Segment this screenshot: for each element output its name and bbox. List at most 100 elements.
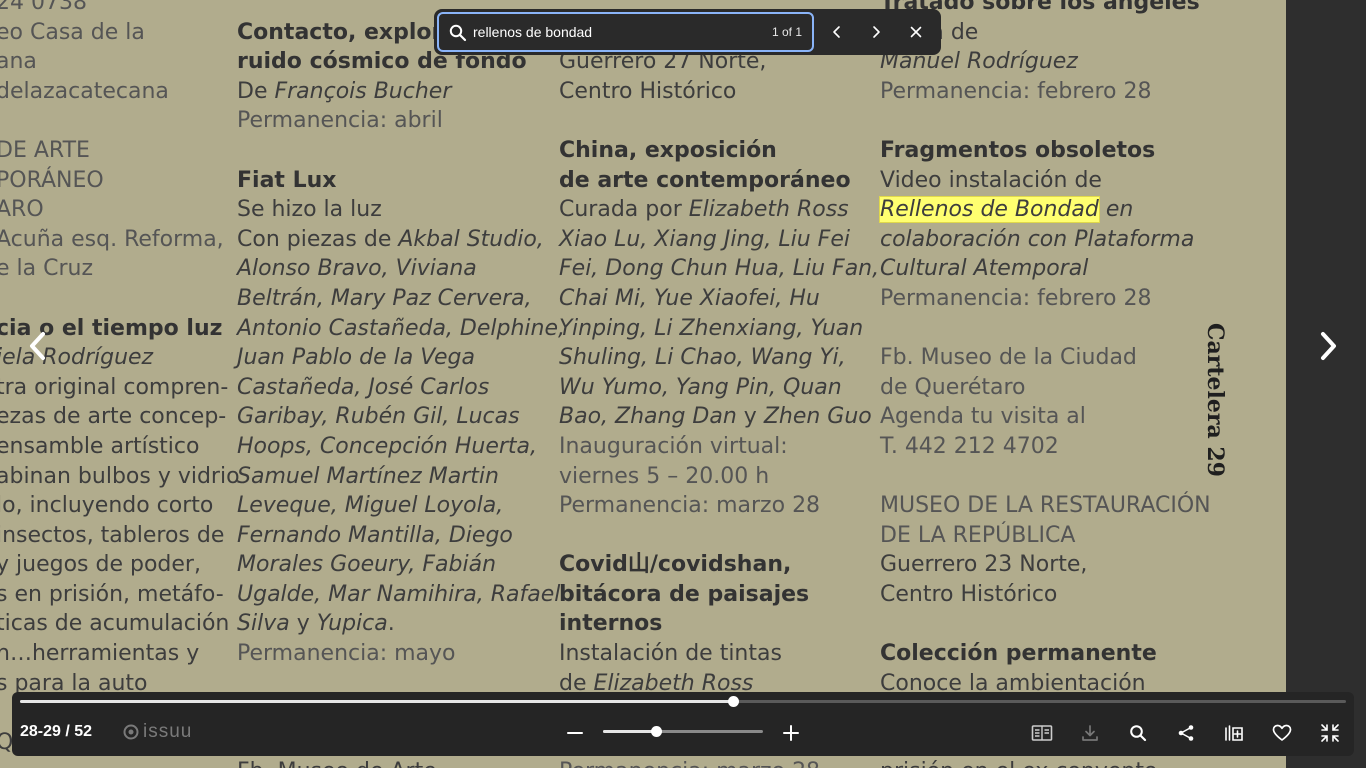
search-button[interactable] — [1125, 720, 1151, 746]
chevron-right-icon — [873, 26, 880, 38]
text-line — [880, 106, 1211, 136]
find-input[interactable] — [473, 22, 753, 42]
text-line: Antonio Castañeda, Delphine, — [237, 315, 565, 341]
chevron-left-icon — [30, 332, 45, 360]
text-line: insectos, tableros de — [0, 522, 225, 548]
text-line: delazacatecana — [0, 78, 169, 104]
text-line: China, exposición — [559, 137, 777, 163]
text-line: Samuel Martínez Martin — [237, 463, 499, 489]
zoom-out-icon — [567, 732, 583, 734]
text-line: Instalación de tintas — [559, 641, 782, 667]
text-line: Permanencia: febrero 28 — [880, 78, 1152, 104]
like-button[interactable] — [1269, 720, 1295, 746]
find-close-button[interactable] — [900, 16, 932, 48]
text-line: Colección permanente — [880, 641, 1157, 667]
text-run: . — [387, 611, 395, 637]
text-line: Castañeda, José Carlos — [237, 374, 490, 400]
text-line: Fei, Dong Chun Hua, Liu Fan, — [559, 256, 880, 282]
text-line: Rellenos de Bondad en — [879, 195, 1211, 225]
artist-name: Zhen Guo — [763, 404, 872, 430]
text-line: Curada por Elizabeth Ross — [559, 195, 879, 225]
previous-page-button[interactable] — [18, 326, 58, 366]
text-run: y — [736, 404, 764, 430]
zoom-slider[interactable] — [603, 726, 763, 737]
next-page-button[interactable] — [1308, 326, 1348, 366]
text-line: De François Bucher — [237, 77, 565, 107]
zoom-in-button[interactable] — [778, 720, 804, 746]
text-line: Centro Histórico — [880, 581, 1058, 607]
text-line: Garibay, Rubén Gil, Lucas — [237, 404, 520, 430]
column-2: Contacto, explora ruido cósmico de fondo D… — [237, 0, 565, 768]
text-line: y juegos de poder, — [0, 552, 201, 578]
zoom-slider-handle[interactable] — [650, 726, 662, 737]
exit-fullscreen-icon — [1321, 724, 1339, 742]
vertical-page-label: Cartelera 29 — [1202, 323, 1228, 477]
find-next-button[interactable] — [860, 16, 892, 48]
chevron-left-icon — [833, 26, 840, 38]
text-line: Inauguración virtual: — [559, 433, 788, 459]
text-run: De — [237, 78, 275, 104]
text-line: Fb. Museo de Arte — [237, 757, 565, 768]
issuu-logo[interactable]: issuu — [123, 721, 192, 742]
text-line: Wu Yumo, Yang Pin, Quan — [559, 374, 842, 400]
text-line: MUSEO DE LA RESTAURACIÓN — [880, 493, 1211, 519]
text-line: ana — [0, 49, 37, 75]
find-previous-button[interactable] — [821, 16, 853, 48]
share-icon — [1178, 725, 1194, 741]
text-run: y — [289, 611, 317, 637]
text-line: Con piezas de Akbal Studio, — [237, 225, 565, 255]
text-line: Xiao Lu, Xiang Jing, Liu Fei — [559, 226, 850, 252]
download-button[interactable] — [1077, 720, 1103, 746]
page-scrubber[interactable] — [20, 696, 1346, 707]
search-icon — [449, 24, 467, 42]
text-line: de Querétaro — [880, 374, 1026, 400]
artist-name: François Bucher — [274, 78, 452, 104]
add-to-stack-button[interactable] — [1221, 720, 1247, 746]
text-line: s en prisión, metáfo- — [0, 581, 224, 607]
zoom-out-button[interactable] — [562, 720, 588, 746]
text-line: abinan bulbos y vidrio — [0, 463, 240, 489]
scrubber-handle[interactable] — [728, 696, 740, 707]
text-line: prisión en el ex convento — [880, 757, 1211, 768]
text-line: bitácora de paisajes — [559, 581, 810, 607]
text-line: Alonso Bravo, Viviana — [237, 256, 477, 282]
artist-name: Akbal Studio, — [398, 226, 544, 252]
zoom-in-icon — [783, 725, 799, 741]
text-line: eo Casa de la — [0, 19, 145, 45]
find-field[interactable]: 1 of 1 — [437, 12, 814, 52]
text-line: DE LA REPÚBLICA — [880, 522, 1076, 548]
exit-fullscreen-button[interactable] — [1317, 720, 1343, 746]
text-line — [559, 106, 879, 136]
download-icon — [1082, 725, 1098, 741]
text-line: Fernando Mantilla, Diego — [237, 522, 513, 548]
text-line: tra original compren- — [0, 374, 229, 400]
text-line: Yinping, Li Zhenxiang, Yuan — [559, 315, 864, 341]
share-button[interactable] — [1173, 720, 1199, 746]
section-label: Cartelera 29 — [1190, 323, 1240, 480]
text-line — [880, 609, 1211, 639]
page-counter: 28-29 / 52 — [20, 723, 93, 740]
text-line: Video instalación de — [880, 167, 1102, 193]
find-bar: 1 of 1 — [434, 9, 941, 55]
text-line — [880, 314, 1211, 344]
artist-name: Silva — [237, 611, 290, 637]
reader-mode-button[interactable] — [1029, 720, 1055, 746]
chevron-right-icon — [1321, 332, 1336, 360]
text-line: de arte contemporáneo — [559, 167, 851, 193]
text-line: Hoops, Concepción Huerta, — [237, 433, 538, 459]
text-line: Acuña esq. Reforma, — [0, 226, 224, 252]
text-line: ezas de arte concep- — [0, 404, 227, 430]
text-line: Fiat Lux — [237, 167, 337, 193]
column-3: Guerrero 27 Norte, Centro Histórico China,… — [559, 0, 879, 768]
text-line: Ugalde, Mar Namihira, Rafael — [237, 581, 561, 607]
artist-name: Yupica — [316, 611, 388, 637]
text-run: en — [1098, 197, 1134, 223]
text-line: e la Cruz — [0, 256, 94, 282]
text-line: Juan Pablo de la Vega — [237, 345, 475, 371]
text-run: Curada por — [559, 197, 689, 223]
text-line: PORÁNEO — [0, 167, 104, 193]
text-line: Permanencia: mayo — [237, 641, 456, 667]
text-line: Fb. Museo de la Ciudad — [880, 345, 1137, 371]
text-line: T. 442 212 4702 — [880, 433, 1059, 459]
text-line: Morales Goeury, Fabián — [237, 552, 497, 578]
